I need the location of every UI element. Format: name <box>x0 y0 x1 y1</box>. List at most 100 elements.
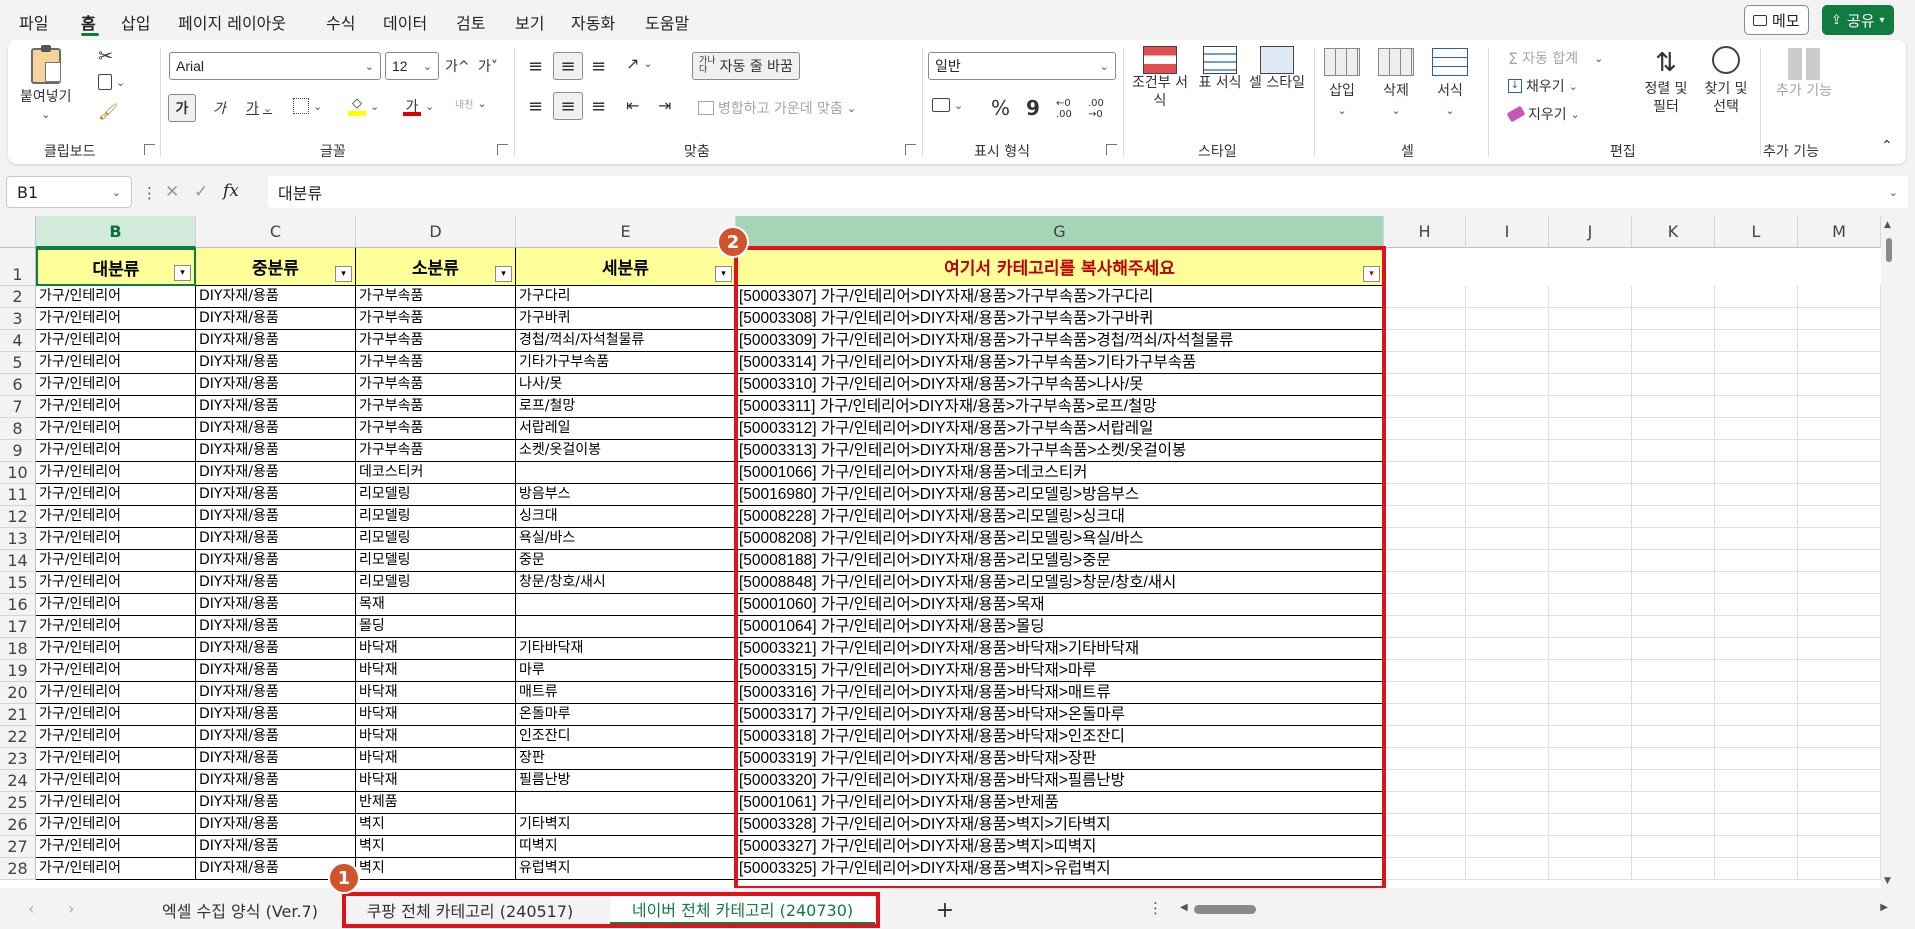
align-left-button[interactable]: ≡ <box>528 96 543 117</box>
cell-b[interactable]: 가구/인테리어 <box>36 330 196 352</box>
cell-b[interactable]: 가구/인테리어 <box>36 506 196 528</box>
empty-cell[interactable] <box>1549 418 1632 440</box>
add-ins-button[interactable]: 추가 기능 <box>1776 48 1832 100</box>
clipboard-launcher-icon[interactable] <box>144 144 155 155</box>
cell-e[interactable]: 온돌마루 <box>516 704 736 726</box>
empty-cell[interactable] <box>1798 308 1881 330</box>
menu-insert[interactable]: 삽입 <box>121 10 150 34</box>
cell-e[interactable]: 나사/못 <box>516 374 736 396</box>
empty-cell[interactable] <box>1632 858 1715 880</box>
align-top-button[interactable]: ≡ <box>528 56 543 77</box>
row-header[interactable]: 2 <box>0 286 36 308</box>
more-options-icon[interactable]: ⋮ <box>1148 899 1163 917</box>
row-header[interactable]: 25 <box>0 792 36 814</box>
empty-cell[interactable] <box>1715 462 1798 484</box>
row-header[interactable]: 8 <box>0 418 36 440</box>
cell-b[interactable]: 가구/인테리어 <box>36 814 196 836</box>
merge-center-button[interactable]: 병합하고 가운데 맞춤 ⌄ <box>698 98 856 118</box>
cell-e[interactable]: 서랍레일 <box>516 418 736 440</box>
empty-cell[interactable] <box>1632 836 1715 858</box>
italic-button[interactable]: 가 <box>213 98 226 118</box>
cell-c[interactable]: DIY자재/용품 <box>196 418 356 440</box>
empty-cell[interactable] <box>1715 550 1798 572</box>
empty-cell[interactable] <box>1466 418 1549 440</box>
empty-cell[interactable] <box>1384 550 1466 572</box>
scroll-right-icon[interactable]: ▶ <box>1880 902 1888 913</box>
column-header-b[interactable]: B <box>36 216 196 248</box>
scrollbar-thumb[interactable] <box>1194 905 1256 914</box>
cell-c[interactable]: DIY자재/용품 <box>196 638 356 660</box>
empty-cell[interactable] <box>1632 418 1715 440</box>
cell-d[interactable]: 벽지 <box>356 836 516 858</box>
empty-cell[interactable] <box>1549 352 1632 374</box>
cell-d[interactable]: 바닥재 <box>356 660 516 682</box>
empty-cell[interactable] <box>1715 418 1798 440</box>
format-as-table-button[interactable]: 표 서식 <box>1194 46 1246 92</box>
cell-e[interactable]: 기타바닥재 <box>516 638 736 660</box>
row-header[interactable]: 9 <box>0 440 36 462</box>
cell-c[interactable]: DIY자재/용품 <box>196 572 356 594</box>
cell-c[interactable]: DIY자재/용품 <box>196 506 356 528</box>
cell-d[interactable]: 목재 <box>356 594 516 616</box>
cell-d[interactable]: 벽지 <box>356 858 516 880</box>
empty-cell[interactable] <box>1466 792 1549 814</box>
empty-cell[interactable] <box>1715 682 1798 704</box>
align-right-button[interactable]: ≡ <box>591 96 606 117</box>
font-color-button[interactable]: 가 ⌄ <box>403 96 434 116</box>
empty-cell[interactable] <box>1384 770 1466 792</box>
format-cells-button[interactable]: 서식 ⌄ <box>1432 48 1468 117</box>
delete-cells-button[interactable]: 삭제 ⌄ <box>1378 48 1414 117</box>
empty-cell[interactable] <box>1632 704 1715 726</box>
empty-cell[interactable] <box>1715 286 1798 308</box>
empty-cell[interactable] <box>1798 616 1881 638</box>
row-header[interactable]: 23 <box>0 748 36 770</box>
cell-b[interactable]: 가구/인테리어 <box>36 638 196 660</box>
empty-cell[interactable] <box>1384 616 1466 638</box>
empty-cell[interactable] <box>1549 792 1632 814</box>
cell-d[interactable]: 리모델링 <box>356 528 516 550</box>
empty-cell[interactable] <box>1384 484 1466 506</box>
row-header[interactable]: 13 <box>0 528 36 550</box>
empty-cell[interactable] <box>1715 770 1798 792</box>
filter-dropdown-icon[interactable]: ▾ <box>335 266 352 282</box>
empty-cell[interactable] <box>1466 374 1549 396</box>
increase-indent-button[interactable]: ⇥ <box>658 96 671 115</box>
filter-dropdown-icon[interactable]: ▾ <box>174 265 191 281</box>
number-launcher-icon[interactable] <box>1106 144 1117 155</box>
accounting-format-button[interactable]: ⌄ <box>932 98 963 112</box>
name-box[interactable]: B1 ⌄ <box>6 176 132 208</box>
header-cell-b[interactable]: 대분류 ▾ <box>36 248 196 286</box>
empty-cell[interactable] <box>1384 528 1466 550</box>
empty-cell[interactable] <box>1715 660 1798 682</box>
empty-cell[interactable] <box>1549 440 1632 462</box>
spreadsheet-grid[interactable]: B C D E G H I J K L M 1 대분류 ▾ 중분류 ▾ 소분류 … <box>0 216 1897 888</box>
empty-cell[interactable] <box>1549 374 1632 396</box>
cancel-icon[interactable]: ✕ <box>165 182 179 202</box>
empty-cell[interactable] <box>1549 726 1632 748</box>
cell-e[interactable]: 소켓/옷걸이봉 <box>516 440 736 462</box>
cell-d[interactable]: 데코스티커 <box>356 462 516 484</box>
row-header[interactable]: 10 <box>0 462 36 484</box>
empty-cell[interactable] <box>1798 352 1881 374</box>
underline-button[interactable]: 가 ⌄ <box>246 98 272 118</box>
add-sheet-button[interactable]: + <box>930 895 960 925</box>
empty-cell[interactable] <box>1549 308 1632 330</box>
empty-cell[interactable] <box>1798 418 1881 440</box>
share-button[interactable]: ⇪ 공유 ▾ <box>1822 5 1894 35</box>
empty-cell[interactable] <box>1384 638 1466 660</box>
empty-cell[interactable] <box>1549 616 1632 638</box>
cell-d[interactable]: 바닥재 <box>356 704 516 726</box>
empty-cell[interactable] <box>1384 792 1466 814</box>
empty-cell[interactable] <box>1466 572 1549 594</box>
empty-cell[interactable] <box>1549 858 1632 880</box>
cell-b[interactable]: 가구/인테리어 <box>36 440 196 462</box>
empty-cell[interactable] <box>1466 814 1549 836</box>
cell-c[interactable]: DIY자재/용품 <box>196 286 356 308</box>
empty-cell[interactable] <box>1715 330 1798 352</box>
empty-cell[interactable] <box>1632 770 1715 792</box>
cell-c[interactable]: DIY자재/용품 <box>196 726 356 748</box>
increase-decimal-button[interactable]: ←0.00 <box>1056 98 1072 120</box>
cell-e[interactable] <box>516 594 736 616</box>
empty-cell[interactable] <box>1715 352 1798 374</box>
cell-e[interactable] <box>516 792 736 814</box>
